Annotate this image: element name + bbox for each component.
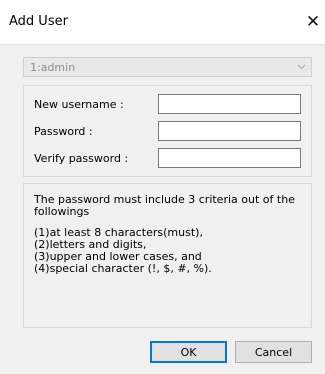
close-button[interactable]: ✕ (301, 0, 325, 44)
close-icon: ✕ (305, 12, 321, 32)
add-user-dialog: Add User ✕ 1:admin New username : Passwo… (0, 0, 325, 374)
requirements-intro-line1: The password must include 3 criteria out… (34, 193, 295, 206)
ok-button[interactable]: OK (150, 341, 227, 363)
credentials-group: New username : Password : Verify passwor… (23, 85, 312, 177)
password-input[interactable] (158, 121, 301, 141)
new-username-input[interactable] (158, 94, 301, 114)
password-requirements-box: The password must include 3 criteria out… (23, 183, 312, 328)
cancel-button[interactable]: Cancel (235, 341, 312, 363)
requirement-4: (4)special character (!, $, #, %). (34, 262, 212, 275)
requirement-3: (3)upper and lower cases, and (34, 250, 202, 263)
dialog-title: Add User (9, 14, 68, 29)
requirement-2: (2)letters and digits, (34, 238, 147, 251)
password-label: Password : (34, 125, 93, 138)
new-username-label: New username : (34, 98, 124, 111)
requirements-intro-line2: followings (34, 205, 90, 218)
user-select-value: 1:admin (30, 61, 76, 74)
verify-password-label: Verify password : (34, 152, 129, 165)
title-bar: Add User ✕ (0, 0, 325, 45)
user-select[interactable]: 1:admin (23, 57, 312, 77)
requirement-1: (1)at least 8 characters(must), (34, 226, 203, 239)
verify-password-input[interactable] (158, 148, 301, 168)
chevron-down-icon (297, 59, 306, 78)
